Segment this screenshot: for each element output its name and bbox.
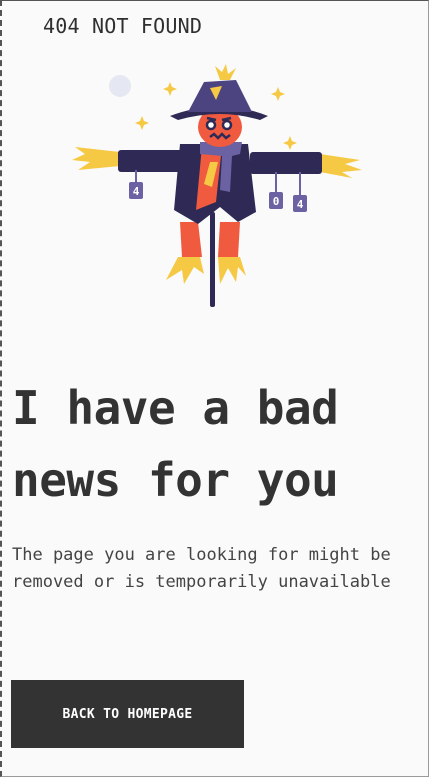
- scarecrow-illustration: 4 0 4: [72, 64, 362, 307]
- svg-text:4: 4: [297, 198, 304, 211]
- error-headline: I have a bad news for you: [12, 381, 339, 507]
- right-foot-straw: [218, 257, 246, 284]
- back-to-homepage-button[interactable]: BACK TO HOMEPAGE: [11, 680, 244, 748]
- page-title: 404 NOT FOUND: [43, 14, 203, 38]
- svg-text:4: 4: [133, 185, 140, 198]
- hanging-can-middle: 0: [269, 172, 283, 209]
- right-arm: [250, 152, 322, 174]
- hanging-can-right: 4: [293, 172, 307, 212]
- error-description: The page you are looking for might be re…: [12, 545, 391, 592]
- pole: [210, 212, 215, 307]
- hat-straw: [215, 64, 236, 80]
- hanging-can-left: 4: [129, 170, 143, 199]
- hat-crown: [188, 80, 252, 112]
- moon-icon: [109, 75, 131, 97]
- left-foot-straw: [166, 257, 204, 284]
- left-leg: [180, 222, 202, 257]
- svg-text:0: 0: [273, 195, 280, 208]
- right-leg: [218, 222, 240, 257]
